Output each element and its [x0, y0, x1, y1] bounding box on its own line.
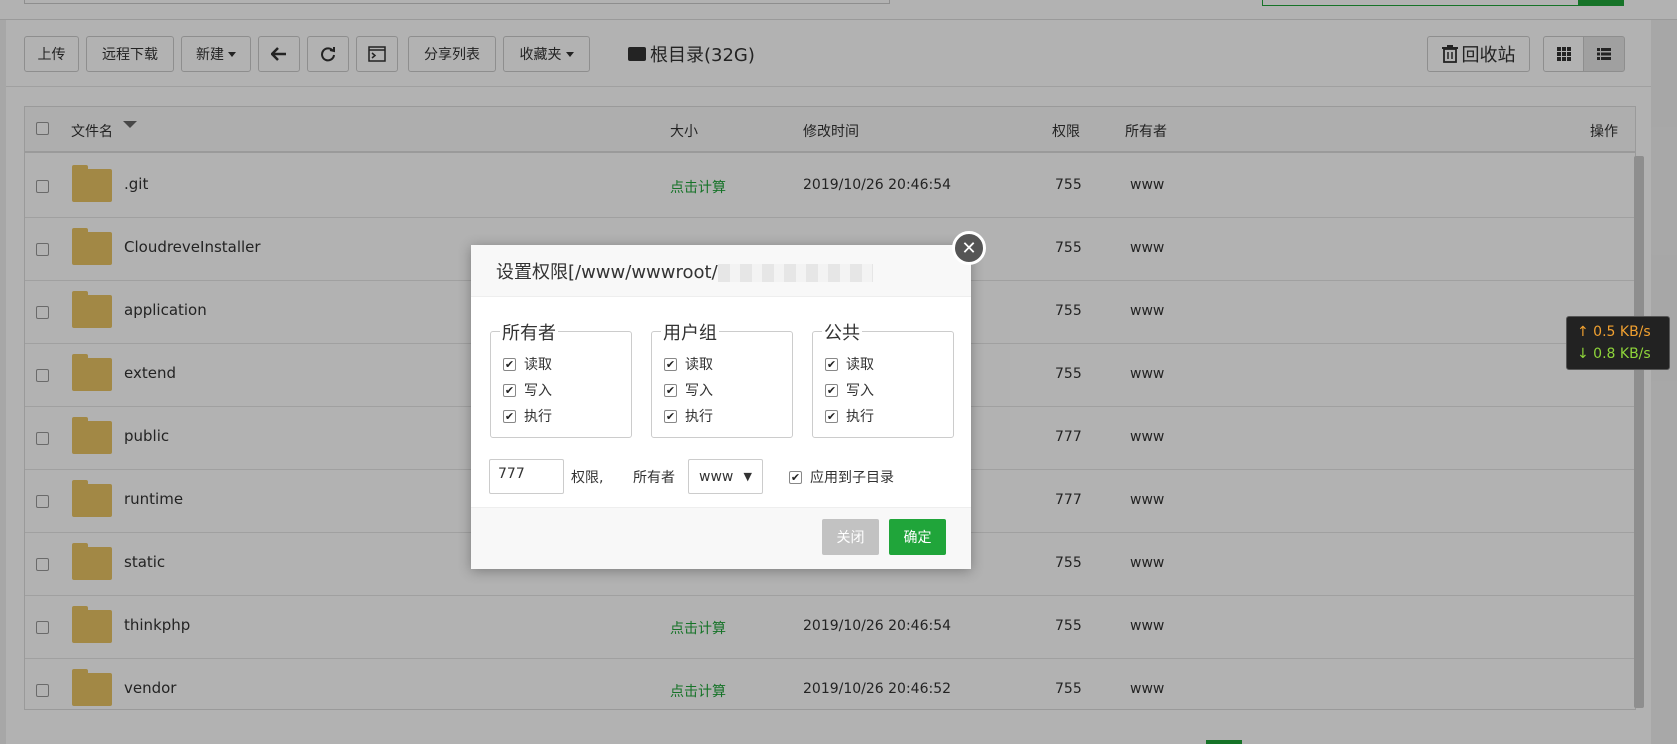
execute-checkbox[interactable]: ✔ 执行 — [503, 406, 552, 426]
write-checkbox[interactable]: ✔ 写入 — [664, 380, 713, 400]
permission-code-input[interactable]: 777 — [489, 459, 564, 494]
checkbox-label: 读取 — [524, 357, 552, 373]
owner-permission-group: 所有者 ✔ 读取 ✔ 写入 ✔ 执行 — [490, 319, 632, 438]
checkbox-label: 写入 — [685, 383, 713, 399]
write-checkbox[interactable]: ✔ 写入 — [825, 380, 874, 400]
owner-select-value: www — [699, 468, 734, 485]
checkbox-label: 执行 — [685, 409, 713, 425]
redacted-path — [717, 264, 873, 282]
checkmark-icon[interactable]: ✔ — [503, 383, 516, 397]
public-permission-group: 公共 ✔ 读取 ✔ 写入 ✔ 执行 — [812, 319, 954, 438]
dialog-title-text: 设置权限[/www/wwwroot/ — [496, 262, 718, 283]
owner-label: 所有者 — [633, 470, 675, 486]
write-checkbox[interactable]: ✔ 写入 — [503, 380, 552, 400]
checkmark-icon[interactable]: ✔ — [503, 357, 516, 371]
execute-checkbox[interactable]: ✔ 执行 — [825, 406, 874, 426]
dialog-footer: 关闭 确定 — [471, 507, 971, 569]
checkmark-icon[interactable]: ✔ — [664, 409, 677, 423]
group-legend: 所有者 — [500, 319, 558, 345]
checkmark-icon[interactable]: ✔ — [789, 470, 802, 484]
close-icon[interactable]: ✕ — [952, 231, 986, 265]
checkbox-label: 写入 — [846, 383, 874, 399]
upload-speed: ↑ 0.5 KB/s — [1577, 324, 1651, 340]
dialog-title: 设置权限[/www/wwwroot/ — [471, 245, 971, 297]
group-legend: 公共 — [822, 319, 862, 345]
download-speed: ↓ 0.8 KB/s — [1577, 346, 1651, 362]
checkbox-label: 读取 — [685, 357, 713, 373]
close-button-label: 关闭 — [836, 530, 865, 546]
confirm-button-label: 确定 — [903, 530, 932, 546]
checkmark-icon[interactable]: ✔ — [664, 383, 677, 397]
apply-subdir-checkbox[interactable]: ✔ 应用到子目录 — [789, 467, 894, 487]
read-checkbox[interactable]: ✔ 读取 — [825, 354, 874, 374]
checkmark-icon[interactable]: ✔ — [825, 409, 838, 423]
apply-subdir-label: 应用到子目录 — [810, 470, 894, 486]
dropdown-arrow-icon: ▼ — [743, 470, 752, 483]
read-checkbox[interactable]: ✔ 读取 — [664, 354, 713, 374]
close-button[interactable]: 关闭 — [822, 519, 879, 555]
read-checkbox[interactable]: ✔ 读取 — [503, 354, 552, 374]
group-legend: 用户组 — [661, 319, 719, 345]
checkbox-label: 读取 — [846, 357, 874, 373]
checkmark-icon[interactable]: ✔ — [825, 357, 838, 371]
permission-label: 权限, — [571, 470, 604, 486]
execute-checkbox[interactable]: ✔ 执行 — [664, 406, 713, 426]
checkbox-label: 写入 — [524, 383, 552, 399]
permission-dialog: 设置权限[/www/wwwroot/ 所有者 ✔ 读取 ✔ 写入 ✔ 执行 用户组 ✔… — [471, 245, 971, 569]
owner-select[interactable]: www ▼ — [688, 459, 763, 494]
checkbox-label: 执行 — [524, 409, 552, 425]
checkmark-icon[interactable]: ✔ — [825, 383, 838, 397]
checkmark-icon[interactable]: ✔ — [503, 409, 516, 423]
checkmark-icon[interactable]: ✔ — [664, 357, 677, 371]
group-permission-group: 用户组 ✔ 读取 ✔ 写入 ✔ 执行 — [651, 319, 793, 438]
confirm-button[interactable]: 确定 — [889, 519, 946, 555]
checkbox-label: 执行 — [846, 409, 874, 425]
network-speed-badge: ↑ 0.5 KB/s ↓ 0.8 KB/s — [1566, 316, 1670, 370]
